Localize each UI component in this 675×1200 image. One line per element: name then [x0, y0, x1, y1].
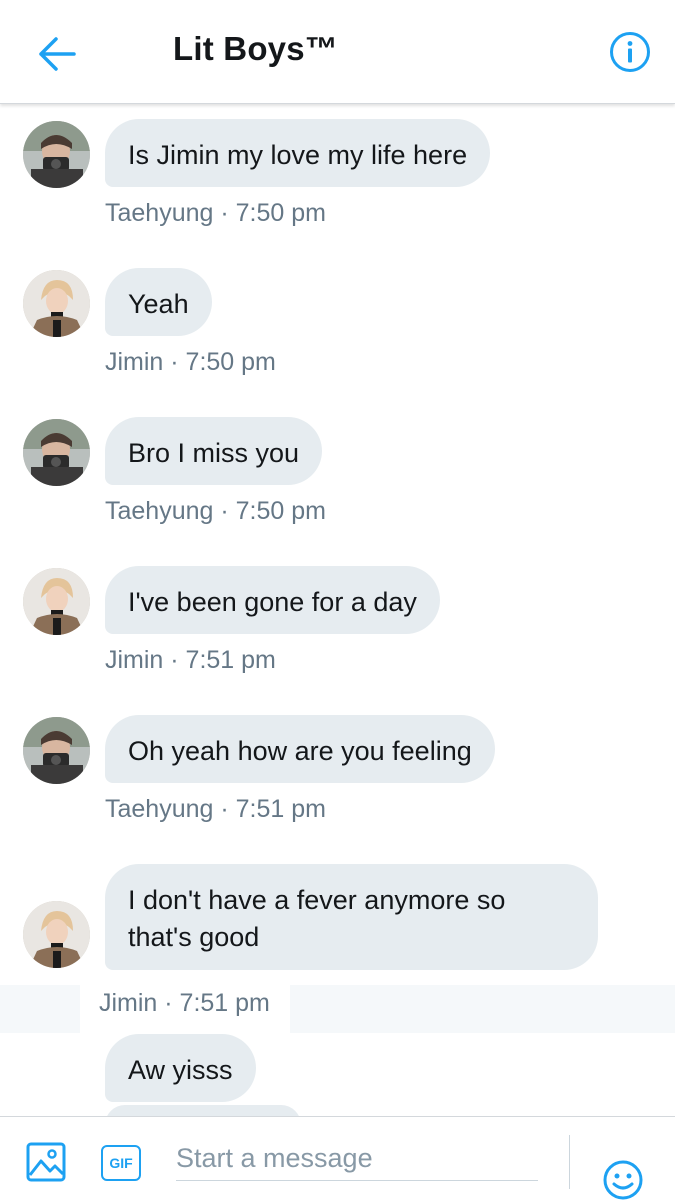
message-bubble-partial[interactable]	[105, 1105, 301, 1116]
avatar-taehyung[interactable]	[23, 717, 90, 784]
gif-button[interactable]: GIF	[101, 1145, 141, 1181]
message-composer: GIF	[0, 1116, 675, 1200]
message-input[interactable]	[176, 1137, 538, 1181]
info-circle-icon	[610, 32, 650, 72]
message-meta: Jimin · 7:51 pm	[99, 989, 270, 1017]
message-bubble[interactable]: I don't have a fever anymore so that's g…	[105, 864, 598, 970]
emoji-button[interactable]	[602, 1159, 644, 1200]
message-meta: Jimin · 7:51 pm	[105, 646, 276, 674]
message-meta-row: Jimin · 7:51 pm	[0, 985, 675, 1033]
image-icon	[26, 1142, 66, 1182]
message-meta: Taehyung · 7:50 pm	[105, 497, 326, 525]
message-bubble[interactable]: Aw yisss	[105, 1034, 256, 1102]
avatar-taehyung[interactable]	[23, 419, 90, 486]
message-bubble[interactable]: I've been gone for a day	[105, 566, 440, 634]
message-bubble[interactable]: Bro I miss you	[105, 417, 323, 485]
composer-divider	[569, 1135, 570, 1189]
smiley-icon	[603, 1160, 643, 1200]
arrow-left-icon	[39, 37, 76, 71]
add-media-button[interactable]	[26, 1142, 66, 1182]
conversation-title: Lit Boys™	[173, 30, 338, 67]
message-meta: Taehyung · 7:51 pm	[105, 795, 326, 823]
avatar-taehyung[interactable]	[23, 121, 90, 188]
message-bubble[interactable]: Oh yeah how are you feeling	[105, 715, 495, 783]
message-bubble[interactable]: Yeah	[105, 268, 212, 336]
back-button[interactable]	[32, 30, 80, 78]
message-bubble[interactable]: Is Jimin my love my life here	[105, 119, 491, 187]
avatar-jimin[interactable]	[23, 270, 90, 337]
dm-screen: Lit Boys™ Is Jimin my love my life here …	[0, 0, 675, 1200]
conversation-header: Lit Boys™	[0, 0, 675, 104]
message-meta: Jimin · 7:50 pm	[105, 348, 276, 376]
info-button[interactable]	[606, 28, 654, 76]
avatar-jimin[interactable]	[23, 568, 90, 635]
message-list[interactable]: Is Jimin my love my life here Taehyung ·…	[0, 104, 675, 1116]
avatar-jimin[interactable]	[23, 901, 90, 968]
message-meta: Taehyung · 7:50 pm	[105, 199, 326, 227]
